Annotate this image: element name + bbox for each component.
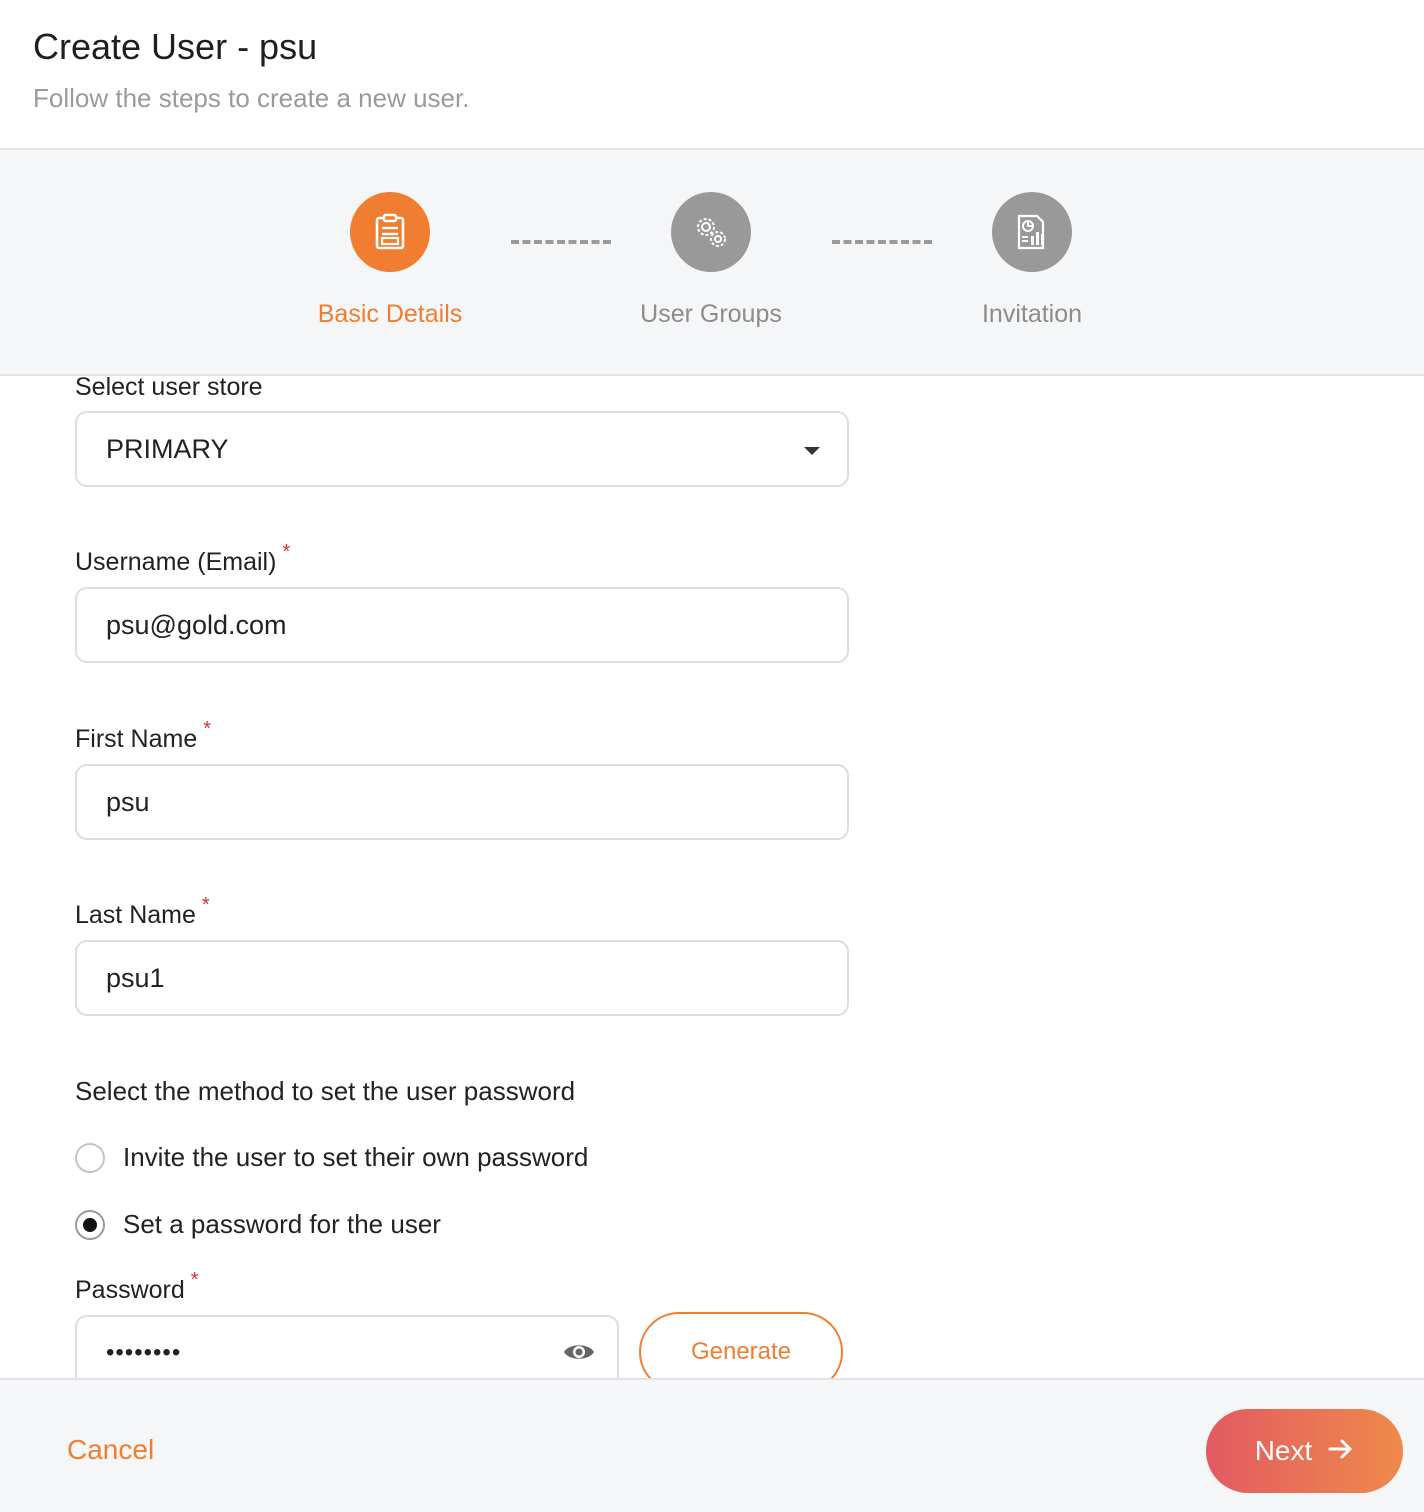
username-label-text: Username (Email) (75, 548, 277, 576)
generate-password-button[interactable]: Generate (639, 1312, 843, 1378)
password-label: Password * (75, 1269, 199, 1305)
step-user-groups[interactable]: User Groups (591, 192, 831, 329)
required-marker: * (282, 541, 291, 563)
user-store-select[interactable]: PRIMARY (75, 411, 849, 487)
username-field[interactable]: psu@gold.com (75, 587, 849, 663)
page-subtitle: Follow the steps to create a new user. (33, 83, 470, 113)
gears-icon (671, 192, 751, 272)
required-marker: * (190, 1269, 199, 1291)
radio-button-checked[interactable] (75, 1209, 105, 1240)
first-name-label: First Name * (75, 718, 211, 754)
form-content: Select user store PRIMARY Username (Emai… (0, 376, 1424, 1378)
step-label: Invitation (981, 300, 1083, 328)
page-header: Create User - psu Follow the steps to cr… (0, 0, 1424, 150)
last-name-label-text: Last Name (75, 901, 196, 929)
page-title: Create User - psu (33, 26, 318, 67)
password-label-text: Password (75, 1276, 185, 1304)
step-label: User Groups (640, 300, 782, 328)
eye-icon[interactable] (563, 1341, 595, 1368)
radio-set-password[interactable]: Set a password for the user (75, 1209, 441, 1240)
first-name-label-text: First Name (75, 725, 198, 753)
clipboard-icon (350, 192, 430, 272)
username-value: psu@gold.com (106, 609, 287, 640)
next-label: Next (1254, 1435, 1313, 1466)
password-field[interactable]: •••••••• (75, 1315, 619, 1378)
radio-dot (83, 1217, 97, 1232)
required-marker: * (203, 718, 212, 740)
last-name-field[interactable]: psu1 (75, 940, 849, 1016)
last-name-value: psu1 (106, 962, 165, 993)
user-store-label: Select user store (75, 376, 263, 401)
last-name-label: Last Name * (75, 894, 210, 930)
radio-invite-user[interactable]: Invite the user to set their own passwor… (75, 1142, 588, 1173)
required-marker: * (201, 894, 210, 916)
wizard-footer: Cancel Next (0, 1378, 1424, 1512)
password-value: •••••••• (106, 1339, 182, 1366)
username-label: Username (Email) * (75, 541, 290, 577)
first-name-value: psu (106, 786, 150, 817)
step-label: Basic Details (317, 300, 463, 328)
caret-down-icon (804, 447, 820, 455)
radio-button[interactable] (75, 1142, 105, 1173)
report-icon (992, 192, 1072, 272)
password-method-label: Select the method to set the user passwo… (75, 1076, 576, 1106)
wizard-stepper: Basic Details User Groups Invitation (0, 150, 1424, 376)
radio-label: Invite the user to set their own passwor… (123, 1142, 589, 1172)
step-basic-details[interactable]: Basic Details (270, 192, 510, 329)
next-button[interactable]: Next (1206, 1409, 1403, 1493)
radio-label: Set a password for the user (123, 1209, 441, 1239)
first-name-field[interactable]: psu (75, 764, 849, 840)
arrow-right-icon (1328, 1435, 1354, 1467)
user-store-value: PRIMARY (106, 433, 229, 464)
step-invitation[interactable]: Invitation (912, 192, 1152, 329)
cancel-button[interactable]: Cancel (67, 1434, 154, 1466)
